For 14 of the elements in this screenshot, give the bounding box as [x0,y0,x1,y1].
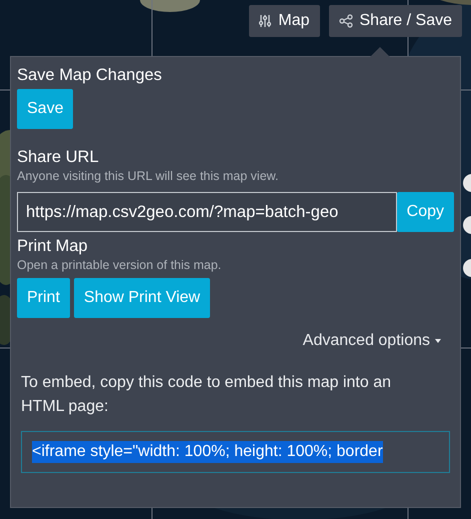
hint-text: Anyone visiting this URL will see this map view. [17,169,280,183]
section-heading: Share URL [17,147,100,167]
section-heading: Save Map Changes [17,65,163,85]
caret-icon [435,339,441,343]
hint-text: Open a printable version of this map. [17,258,222,272]
sliders-icon [259,14,272,28]
section-heading: Print Map [17,236,89,256]
url-field[interactable]: https://map.csv2geo.com/?map=batch-geo [17,192,397,232]
toolbar-button[interactable]: Share / Save [328,5,462,37]
toolbar-button[interactable]: Map [249,5,320,37]
embed-code-field[interactable]: <iframe style="width: 100%; height: 100%; border [21,431,450,473]
advanced-options-toggle[interactable]: Advanced options [302,332,441,350]
embed-instructions: To embed, copy this code to embed this map into an HTML page: [21,373,392,417]
share-icon [338,14,352,28]
